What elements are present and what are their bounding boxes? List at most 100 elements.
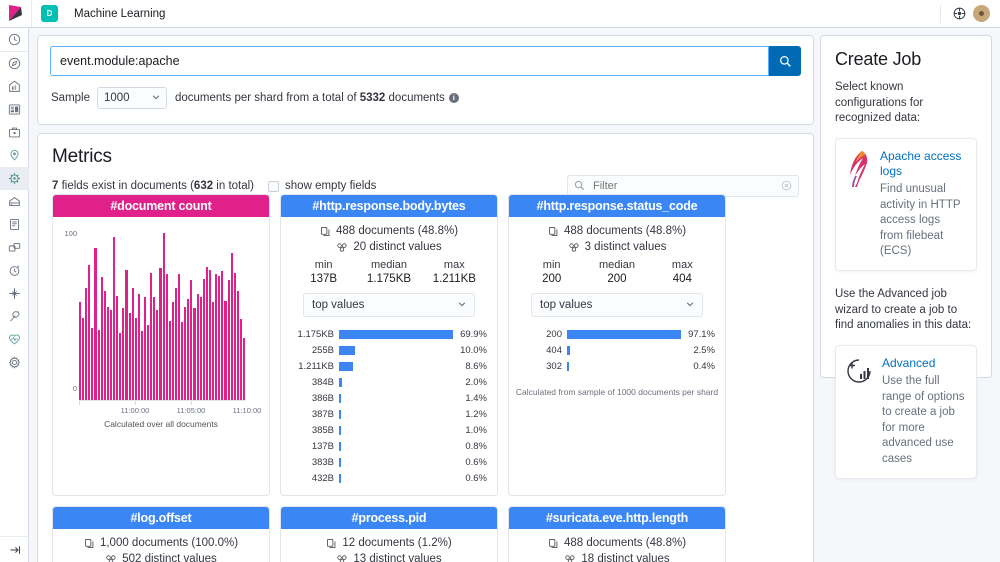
documents-stat: 1,000 documents (100.0%)	[53, 537, 269, 549]
top-value-key: 386B	[311, 392, 334, 404]
sidebar-item-machine-learning[interactable]	[0, 167, 29, 190]
metric-card-suricata-eve-http-length[interactable]: #suricata.eve.http.length 488 documents …	[508, 506, 726, 562]
documents-stat: 488 documents (48.8%)	[281, 225, 497, 237]
top-header-bar: D Machine Learning	[0, 0, 1000, 28]
top-value-percent: 0.4%	[693, 360, 715, 372]
top-value-row: 200 97.1%	[519, 327, 715, 341]
card-body: 488 documents (48.8%) 18 distinct values…	[509, 529, 725, 562]
metric-card-http-response-status-code[interactable]: #http.response.status_code 488 documents…	[508, 194, 726, 496]
document-count-histogram[interactable]: 100 0 11:00:00 11:05:00 11:10:00	[57, 227, 263, 417]
view-mode-select[interactable]: top values	[303, 293, 475, 317]
metric-card-document-count[interactable]: #document count 100 0 11:00:00 11:05:00 …	[52, 194, 270, 496]
sample-description: documents per shard from a total of 5332…	[175, 92, 459, 104]
top-values-list: 1.175KB 69.9% 255B 10.0% 1.211KB 8.6% 384B 2.0%…	[281, 317, 497, 495]
histogram-bar	[168, 320, 171, 401]
advanced-job-card[interactable]: Advanced Use the full range of options t…	[835, 344, 977, 479]
sidebar-item-logs[interactable]	[0, 213, 29, 236]
sidebar-item-monitoring[interactable]	[0, 328, 29, 351]
metric-card-process-pid[interactable]: #process.pid 12 documents (1.2%) 13 dist…	[280, 506, 498, 562]
logs-icon	[9, 219, 20, 230]
sidebar-item-management[interactable]	[0, 351, 29, 374]
sidebar-item-maps[interactable]	[0, 144, 29, 167]
median-label: median	[598, 259, 636, 271]
histogram-bar	[178, 274, 181, 401]
distinct-values-icon	[565, 554, 575, 562]
view-mode-select[interactable]: top values	[531, 293, 703, 317]
search-submit-button[interactable]	[769, 46, 801, 76]
top-value-percent: 1.2%	[465, 408, 487, 420]
sidebar-item-recently-viewed[interactable]	[0, 28, 29, 51]
avatar[interactable]	[973, 5, 990, 22]
machine-learning-icon	[8, 172, 21, 185]
sample-size-select[interactable]: 1000	[97, 87, 167, 109]
advanced-job-link[interactable]: Advanced	[882, 356, 966, 371]
sidebar-item-apm[interactable]	[0, 236, 29, 259]
search-input[interactable]	[50, 46, 769, 76]
distinct-stat-text: 13 distinct values	[353, 553, 442, 562]
view-mode-value: top values	[312, 299, 365, 311]
histogram-bar	[162, 232, 165, 401]
top-value-bar	[339, 473, 342, 483]
sidebar-item-dev-tools[interactable]	[0, 305, 29, 328]
visualize-icon	[9, 80, 20, 92]
top-value-percent: 97.1%	[688, 328, 715, 340]
view-mode-value: top values	[540, 299, 593, 311]
app-space-badge[interactable]: D	[41, 5, 58, 22]
card-header-suricata-eve-http-length: #suricata.eve.http.length	[509, 507, 725, 529]
card-header-document-count: #document count	[53, 195, 269, 217]
sidebar-item-infrastructure[interactable]	[0, 190, 29, 213]
top-value-key: 1.175KB	[297, 328, 334, 340]
metric-card-http-response-body-bytes[interactable]: #http.response.body.bytes 488 documents …	[280, 194, 498, 496]
chevron-down-icon	[686, 299, 694, 311]
distinct-values-icon	[337, 242, 347, 252]
top-value-percent: 1.4%	[465, 392, 487, 404]
top-value-bar	[339, 361, 354, 371]
apache-access-logs-description: Find unusual activity in HTTP access log…	[880, 182, 961, 258]
advanced-job-icon	[847, 359, 871, 383]
metric-cards-grid: #document count 100 0 11:00:00 11:05:00 …	[52, 194, 801, 562]
histogram-bar	[150, 272, 153, 401]
sidebar-item-siem[interactable]	[0, 282, 29, 305]
left-sidebar-nav	[0, 28, 29, 562]
clear-circle-icon[interactable]	[781, 180, 792, 194]
sidebar-item-discover[interactable]	[0, 52, 29, 75]
recognized-job-card-apache[interactable]: Apache access logs Find unusual activity…	[835, 137, 977, 271]
card-header-process-pid: #process.pid	[281, 507, 497, 529]
metric-card-log-offset[interactable]: #log.offset 1,000 documents (100.0%) 502…	[52, 506, 270, 562]
histogram-bar	[113, 237, 116, 401]
top-values-list: 200 97.1% 404 2.5% 302 0.4%	[509, 317, 725, 383]
compass-icon	[8, 57, 21, 70]
sidebar-item-visualize[interactable]	[0, 75, 29, 98]
sidebar-item-uptime[interactable]	[0, 259, 29, 282]
sidebar-expand-button[interactable]	[0, 536, 29, 562]
help-icon[interactable]	[949, 4, 969, 24]
advanced-job-text: Advanced Use the full range of options t…	[882, 356, 966, 468]
top-value-row: 385B 1.0%	[291, 423, 487, 437]
create-job-panel: Create Job Select known configurations f…	[820, 35, 992, 479]
apache-access-logs-link[interactable]: Apache access logs	[880, 149, 966, 179]
metrics-summary-mid: fields exist in documents (	[58, 180, 194, 192]
sidebar-item-dashboard[interactable]	[0, 98, 29, 121]
top-value-percent: 10.0%	[460, 344, 487, 356]
siem-icon	[9, 288, 20, 299]
top-value-bar-track	[339, 441, 453, 451]
top-value-percent: 1.0%	[465, 424, 487, 436]
main-content: Sample 1000 documents per shard from a t…	[29, 28, 1000, 562]
median-col: median 1.175KB	[356, 259, 421, 285]
histogram-bar	[147, 325, 150, 401]
show-empty-fields-checkbox[interactable]: show empty fields	[268, 180, 376, 192]
median-value: 1.175KB	[366, 273, 412, 285]
top-value-key: 385B	[311, 424, 334, 436]
histogram-plot-area	[79, 231, 246, 401]
page-title: Metrics	[52, 146, 112, 167]
histogram-bar	[193, 308, 196, 401]
top-value-key: 255B	[311, 344, 334, 356]
info-icon[interactable]: i	[448, 92, 459, 103]
max-col: max 404	[650, 259, 715, 285]
kibana-logo-cell[interactable]	[0, 0, 32, 27]
advanced-job-subtext: Use the full range of options to create …	[882, 374, 965, 465]
distinct-stat: 18 distinct values	[509, 553, 725, 562]
sidebar-item-canvas[interactable]	[0, 121, 29, 144]
top-value-key: 302	[546, 360, 562, 372]
sample-row: Sample 1000 documents per shard from a t…	[38, 76, 813, 109]
